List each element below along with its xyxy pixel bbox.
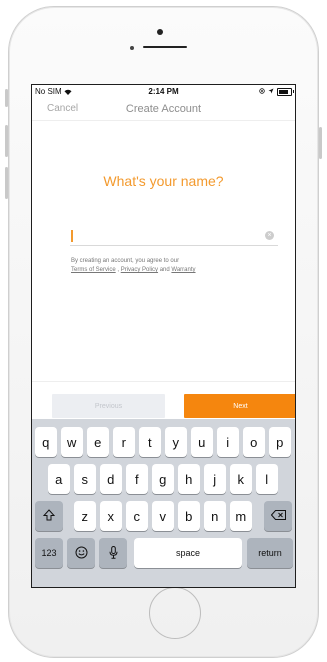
privacy-policy-link[interactable]: Privacy Policy — [121, 267, 158, 273]
key-x[interactable]: x — [100, 501, 122, 531]
shift-key[interactable] — [35, 501, 63, 531]
and-text: and — [159, 267, 170, 273]
key-y[interactable]: y — [165, 427, 187, 457]
key-n[interactable]: n — [204, 501, 226, 531]
earpiece-speaker — [143, 46, 187, 48]
page-title: Create Account — [125, 103, 202, 115]
mute-switch — [5, 89, 8, 107]
key-o[interactable]: o — [243, 427, 265, 457]
key-u[interactable]: u — [191, 427, 213, 457]
numbers-key[interactable]: 123 — [35, 538, 63, 568]
key-f[interactable]: f — [126, 464, 148, 494]
key-k[interactable]: k — [230, 464, 252, 494]
text-caret — [71, 230, 73, 242]
legal-notice: By creating an account, you agree to our… — [71, 257, 271, 275]
space-key[interactable]: space — [134, 538, 242, 568]
location-icon — [268, 87, 274, 96]
keyboard: q w e r t y u i o p a s d f g h j k l z … — [32, 419, 295, 587]
step-navigation-bar: Previous Next — [32, 381, 295, 420]
terms-of-service-link[interactable]: Terms of Service — [71, 267, 116, 273]
key-c[interactable]: c — [126, 501, 148, 531]
emoji-icon — [75, 546, 88, 561]
front-camera — [157, 29, 163, 35]
backspace-icon — [270, 510, 286, 522]
key-w[interactable]: w — [61, 427, 83, 457]
key-a[interactable]: a — [48, 464, 70, 494]
warranty-link[interactable]: Warranty — [171, 267, 195, 273]
key-v[interactable]: v — [152, 501, 174, 531]
key-m[interactable]: m — [230, 501, 252, 531]
key-p[interactable]: p — [269, 427, 291, 457]
key-j[interactable]: j — [204, 464, 226, 494]
status-indicators — [259, 87, 294, 96]
backspace-key[interactable] — [264, 501, 292, 531]
clear-text-icon[interactable]: × — [265, 231, 274, 240]
key-b[interactable]: b — [178, 501, 200, 531]
return-key[interactable]: return — [247, 538, 293, 568]
volume-down-button — [5, 167, 8, 199]
key-q[interactable]: q — [35, 427, 57, 457]
power-button — [319, 127, 322, 159]
key-d[interactable]: d — [100, 464, 122, 494]
status-time: 2:14 PM — [148, 87, 179, 96]
next-button[interactable]: Next — [184, 394, 295, 418]
dictation-key[interactable] — [99, 538, 127, 568]
home-button[interactable] — [149, 587, 201, 639]
previous-button[interactable]: Previous — [52, 394, 165, 418]
name-question-heading: What's your name? — [103, 173, 224, 189]
key-g[interactable]: g — [152, 464, 174, 494]
key-e[interactable]: e — [87, 427, 109, 457]
key-s[interactable]: s — [74, 464, 96, 494]
key-t[interactable]: t — [139, 427, 161, 457]
status-bar: No SIM 2:14 PM — [32, 85, 295, 98]
key-z[interactable]: z — [74, 501, 96, 531]
battery-icon — [277, 87, 294, 96]
key-h[interactable]: h — [178, 464, 200, 494]
proximity-sensor — [130, 46, 134, 50]
key-r[interactable]: r — [113, 427, 135, 457]
name-input[interactable]: × — [70, 227, 278, 246]
shift-icon — [42, 509, 56, 523]
emoji-key[interactable] — [67, 538, 95, 568]
legal-prefix-text: By creating an account, you agree to our — [71, 258, 180, 264]
navigation-bar: Cancel Create Account — [32, 98, 295, 121]
screen: No SIM 2:14 PM Cancel Create Account Wha… — [31, 84, 296, 588]
key-l[interactable]: l — [256, 464, 278, 494]
volume-up-button — [5, 125, 8, 157]
key-i[interactable]: i — [217, 427, 239, 457]
orientation-lock-icon — [259, 87, 265, 96]
microphone-icon — [109, 545, 118, 561]
